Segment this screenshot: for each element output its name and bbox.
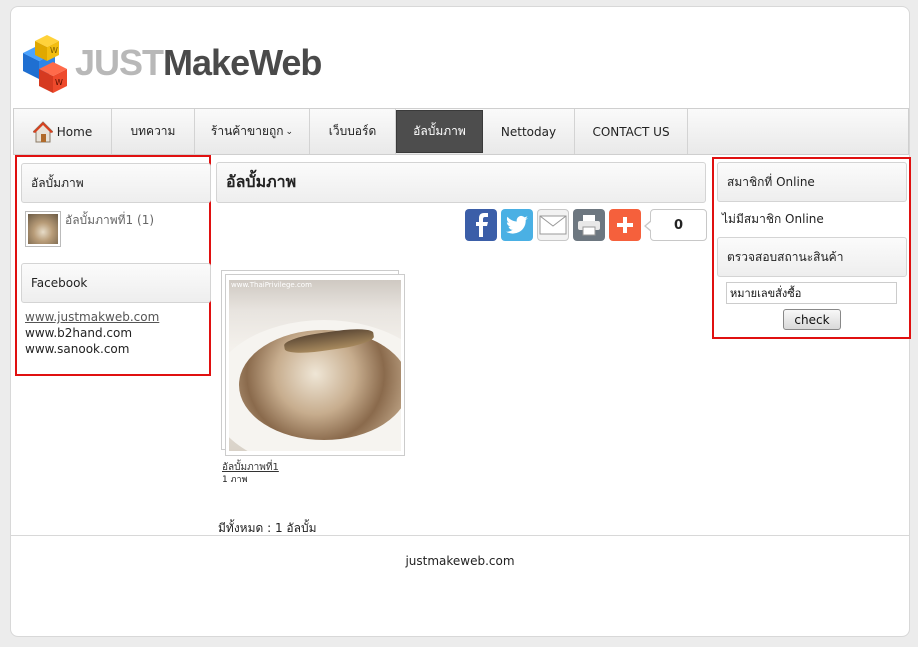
share-counter: 0 (644, 209, 707, 241)
logo-cubes-icon: W W (23, 35, 67, 93)
add-share-icon[interactable] (609, 209, 641, 241)
site-logo[interactable]: W W JUSTMakeWeb (17, 33, 337, 103)
link-list: www.justmakweb.com www.b2hand.com www.sa… (21, 309, 211, 357)
facebook-share-icon[interactable] (465, 209, 497, 241)
check-button[interactable]: check (783, 309, 841, 330)
nav-contact[interactable]: CONTACT US (575, 109, 688, 154)
svg-text:W: W (55, 78, 63, 87)
online-box-title: สมาชิกที่ Online (717, 162, 907, 202)
chevron-down-icon: ⌄ (285, 126, 294, 137)
print-icon[interactable] (573, 209, 605, 241)
right-sidebar: สมาชิกที่ Online ไม่มีสมาชิก Online ตรวจ… (712, 157, 911, 339)
facebook-box-title: Facebook (21, 263, 211, 303)
album-caption: อัลบั้มภาพที่1 1 ภาพ (222, 462, 279, 486)
brand-name: JUSTMakeWeb (75, 42, 322, 83)
album-cover[interactable]: www.ThaiPrivilege.com (221, 270, 406, 457)
twitter-share-icon[interactable] (501, 209, 533, 241)
svg-text:W: W (50, 46, 58, 55)
nav-articles[interactable]: บทความ (112, 109, 195, 154)
page-title: อัลบั้มภาพ (216, 162, 706, 203)
online-status-text: ไม่มีสมาชิก Online (722, 212, 824, 226)
email-share-icon[interactable] (537, 209, 569, 241)
footer-divider (11, 535, 909, 536)
album-list-item[interactable]: อัลบั้มภาพที่1 (1) (25, 211, 211, 249)
album-cover-image[interactable]: www.ThaiPrivilege.com (229, 280, 401, 451)
album-thumbnail[interactable] (25, 211, 61, 247)
album-photo-count: 1 ภาพ (222, 475, 248, 485)
link-justmakweb[interactable]: www.justmakweb.com (25, 309, 211, 325)
album-box-title: อัลบั้มภาพ (21, 163, 211, 203)
main-content: อัลบั้มภาพ 0 www.ThaiPrivilege.com อัลบั… (216, 162, 707, 535)
nav-home[interactable]: Home (14, 109, 112, 154)
left-sidebar: อัลบั้มภาพ อัลบั้มภาพที่1 (1) Facebook w… (15, 155, 211, 376)
home-icon (32, 120, 53, 142)
nav-nettoday[interactable]: Nettoday (483, 109, 575, 154)
main-nav: Home บทความ ร้านค้าขายถูก ⌄ เว็บบอร์ด อัล… (13, 108, 909, 155)
page-container: W W JUSTMakeWeb Home บทความ ร้านค้าขายถู… (10, 6, 911, 637)
share-bar: 0 (461, 209, 707, 241)
link-sanook[interactable]: www.sanook.com (25, 341, 211, 357)
photo-watermark: www.ThaiPrivilege.com (231, 281, 312, 289)
album-link[interactable]: อัลบั้มภาพที่1 (1) (65, 211, 154, 230)
link-b2hand[interactable]: www.b2hand.com (25, 325, 211, 341)
order-number-input[interactable] (726, 282, 897, 304)
nav-shop[interactable]: ร้านค้าขายถูก ⌄ (195, 109, 310, 154)
nav-album[interactable]: อัลบั้มภาพ (396, 110, 483, 153)
album-name-link[interactable]: อัลบั้มภาพที่1 (222, 462, 279, 474)
footer-text: justmakeweb.com (405, 554, 515, 568)
check-status-title: ตรวจสอบสถานะสินค้า (717, 237, 907, 277)
nav-webboard[interactable]: เว็บบอร์ด (310, 109, 396, 154)
